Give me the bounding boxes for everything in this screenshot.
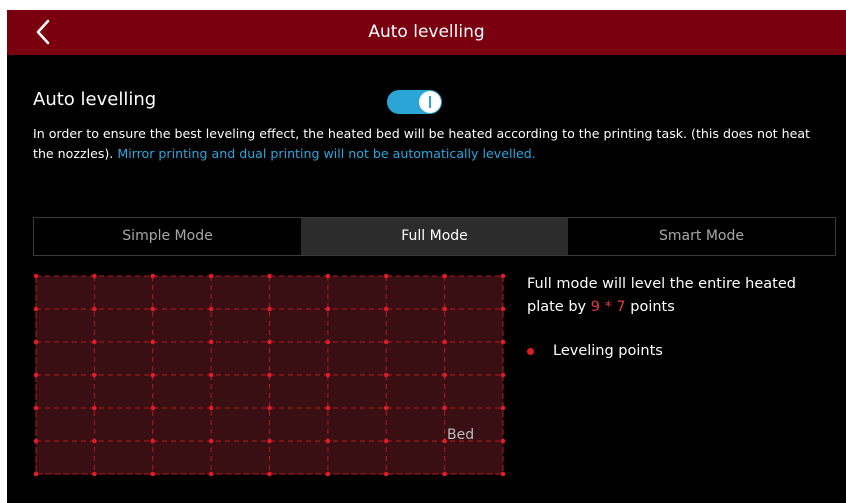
leveling-point <box>500 405 506 411</box>
leveling-point <box>208 339 214 345</box>
auto-levelling-label: Auto levelling <box>33 89 157 110</box>
leveling-point <box>500 273 506 279</box>
leveling-point <box>92 372 97 378</box>
leveling-point <box>267 306 272 312</box>
leveling-point <box>383 438 389 444</box>
info-text-suffix: points <box>630 299 675 315</box>
auto-levelling-toggle[interactable] <box>387 90 442 114</box>
leveling-point <box>33 306 39 312</box>
leveling-point <box>208 438 214 444</box>
leveling-point <box>500 306 506 312</box>
header-bar: Auto levelling <box>7 10 846 55</box>
leveling-point <box>325 405 331 411</box>
leveling-point <box>383 405 389 411</box>
leveling-point <box>33 438 39 444</box>
toggle-knob <box>419 91 441 113</box>
leveling-point <box>267 273 272 279</box>
leveling-point <box>208 405 214 411</box>
leveling-point <box>150 306 156 312</box>
leveling-point <box>92 273 97 279</box>
leveling-point <box>383 339 389 345</box>
leveling-point-dot-icon <box>527 347 534 355</box>
leveling-point <box>325 471 331 477</box>
leveling-point <box>150 471 156 477</box>
leveling-point <box>33 372 39 378</box>
leveling-point <box>267 405 272 411</box>
tab-smart-mode[interactable]: Smart Mode <box>568 218 835 255</box>
leveling-point <box>442 372 447 378</box>
tab-simple-mode[interactable]: Simple Mode <box>34 218 301 255</box>
leveling-point <box>92 306 97 312</box>
leveling-point <box>325 339 331 345</box>
page-title: Auto levelling <box>368 22 485 42</box>
leveling-point <box>208 372 214 378</box>
leveling-point <box>442 273 447 279</box>
description-warning: Mirror printing and dual printing will n… <box>117 146 536 161</box>
leveling-point <box>500 339 506 345</box>
leveling-point <box>383 372 389 378</box>
leveling-point <box>150 372 156 378</box>
leveling-point <box>33 339 39 345</box>
leveling-point <box>267 372 272 378</box>
leveling-point <box>33 273 39 279</box>
leveling-point <box>383 306 389 312</box>
leveling-point <box>500 471 506 477</box>
leveling-point <box>267 471 272 477</box>
leveling-point <box>150 339 156 345</box>
leveling-point <box>150 273 156 279</box>
tab-full-mode[interactable]: Full Mode <box>301 218 568 255</box>
mode-info: Full mode will level the entire heated p… <box>527 273 827 319</box>
leveling-point <box>442 339 447 345</box>
description-text: In order to ensure the best leveling eff… <box>33 124 823 164</box>
bed-diagram <box>32 272 507 482</box>
leveling-point <box>150 438 156 444</box>
leveling-point <box>500 372 506 378</box>
legend-label: Leveling points <box>553 343 663 359</box>
leveling-point <box>208 306 214 312</box>
leveling-point <box>325 273 331 279</box>
leveling-point <box>500 438 506 444</box>
leveling-point <box>208 273 214 279</box>
leveling-point <box>383 273 389 279</box>
leveling-point <box>325 306 331 312</box>
screen: Auto levelling Auto levelling In order t… <box>7 10 846 503</box>
bed-label: Bed <box>447 427 475 443</box>
leveling-point <box>33 405 39 411</box>
leveling-point <box>92 471 97 477</box>
leveling-point <box>92 438 97 444</box>
leveling-point <box>442 306 447 312</box>
leveling-point <box>92 405 97 411</box>
bed-grid <box>33 273 506 477</box>
info-points-count: 9 * 7 <box>590 299 626 315</box>
leveling-point <box>383 471 389 477</box>
leveling-point <box>442 405 447 411</box>
leveling-point <box>92 339 97 345</box>
mode-tabs: Simple Mode Full Mode Smart Mode <box>33 217 836 256</box>
legend: Leveling points <box>527 343 663 359</box>
leveling-point <box>325 438 331 444</box>
leveling-point <box>150 405 156 411</box>
leveling-point <box>442 471 447 477</box>
leveling-point <box>33 471 39 477</box>
leveling-point <box>267 438 272 444</box>
leveling-point <box>208 471 214 477</box>
leveling-point <box>325 372 331 378</box>
leveling-point <box>267 339 272 345</box>
